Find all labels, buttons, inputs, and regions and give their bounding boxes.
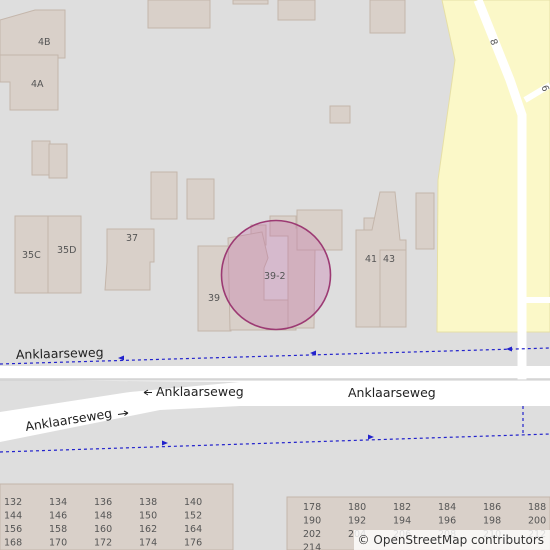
house-number-178: 178 bbox=[303, 502, 321, 513]
label-39-2: 39-2 bbox=[264, 271, 286, 282]
house-number-150: 150 bbox=[139, 511, 157, 522]
label-4A: 4A bbox=[31, 79, 44, 90]
street-labels: Anklaarseweg Anklaarseweg Anklaarseweg A… bbox=[16, 345, 436, 434]
buildings bbox=[0, 0, 435, 332]
label-4B: 4B bbox=[38, 37, 51, 48]
house-number-136: 136 bbox=[94, 497, 112, 508]
label-41: 41 bbox=[365, 254, 377, 265]
house-number-182: 182 bbox=[393, 502, 411, 513]
house-number-134: 134 bbox=[49, 497, 67, 508]
house-number-164: 164 bbox=[184, 524, 202, 535]
house-number-170: 170 bbox=[49, 538, 67, 549]
house-number-186: 186 bbox=[483, 502, 501, 513]
label-35D: 35D bbox=[57, 245, 76, 256]
house-number-162: 162 bbox=[139, 524, 157, 535]
main-road bbox=[0, 366, 550, 442]
house-number-190: 190 bbox=[303, 516, 321, 527]
house-number-140: 140 bbox=[184, 497, 202, 508]
house-number-184: 184 bbox=[438, 502, 456, 513]
house-number-144: 144 bbox=[4, 511, 22, 522]
house-number-160: 160 bbox=[94, 524, 112, 535]
house-number-158: 158 bbox=[49, 524, 67, 535]
house-number-172: 172 bbox=[94, 538, 112, 549]
copyright-symbol: © bbox=[357, 533, 370, 547]
label-37: 37 bbox=[126, 233, 138, 244]
label-39: 39 bbox=[208, 293, 220, 304]
house-number-188: 188 bbox=[528, 502, 546, 513]
house-number-194: 194 bbox=[393, 516, 411, 527]
house-number-202: 202 bbox=[303, 529, 321, 540]
house-number-138: 138 bbox=[139, 497, 157, 508]
street-label-mid-right: Anklaarseweg bbox=[348, 385, 436, 400]
map-view[interactable]: 4B 4A 35C 35D 37 39 41 43 8 6 132 134 136 1… bbox=[0, 0, 550, 550]
house-number-132: 132 bbox=[4, 497, 22, 508]
house-number-192: 192 bbox=[348, 516, 366, 527]
house-number-200: 200 bbox=[528, 516, 546, 527]
house-number-174: 174 bbox=[139, 538, 157, 549]
house-number-214: 214 bbox=[303, 543, 321, 550]
house-number-152: 152 bbox=[184, 511, 202, 522]
house-number-148: 148 bbox=[94, 511, 112, 522]
house-number-198: 198 bbox=[483, 516, 501, 527]
map-attribution: © OpenStreetMap contributors bbox=[353, 530, 550, 550]
house-number-168: 168 bbox=[4, 538, 22, 549]
house-number-196: 196 bbox=[438, 516, 456, 527]
street-label-north: Anklaarseweg bbox=[16, 345, 104, 362]
osm-contributors-link[interactable]: OpenStreetMap contributors bbox=[373, 533, 544, 547]
house-number-146: 146 bbox=[49, 511, 67, 522]
map-canvas[interactable]: 4B 4A 35C 35D 37 39 41 43 8 6 132 134 136 1… bbox=[0, 0, 550, 550]
label-35C: 35C bbox=[22, 250, 41, 261]
street-label-mid: Anklaarseweg bbox=[156, 384, 244, 399]
house-number-180: 180 bbox=[348, 502, 366, 513]
house-number-176: 176 bbox=[184, 538, 202, 549]
house-number-156: 156 bbox=[4, 524, 22, 535]
label-43: 43 bbox=[383, 254, 395, 265]
